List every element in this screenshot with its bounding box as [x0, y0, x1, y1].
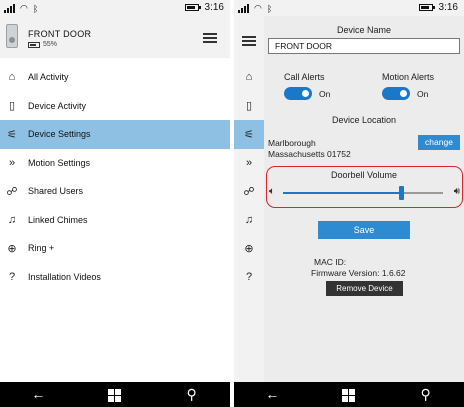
help-icon: ?: [8, 270, 16, 283]
motion-alerts-label: Motion Alerts: [382, 72, 435, 82]
bluetooth-icon: ᛒ: [32, 3, 39, 14]
back-arrow-icon[interactable]: ←: [18, 382, 58, 407]
motion-icon: »: [8, 156, 16, 169]
phone-left-screen: ◠ ᛒ 3:16 FRONT DOOR 55% ⌂ All Activity ▯ De…: [0, 0, 230, 407]
volume-slider-thumb[interactable]: [399, 186, 405, 200]
hamburger-menu-icon[interactable]: [242, 36, 256, 46]
call-alerts-toggle[interactable]: [284, 87, 312, 100]
volume-loud-icon: 🔊︎: [453, 186, 460, 197]
search-icon[interactable]: ⚲: [406, 382, 446, 407]
search-icon[interactable]: ⚲: [172, 382, 212, 407]
motion-alerts-group: Motion Alerts On: [382, 72, 434, 100]
windows-nav-bar: ← ⚲: [0, 382, 230, 407]
remove-device-button[interactable]: Remove Device: [326, 281, 403, 296]
menu-item-label: Installation Videos: [28, 271, 101, 282]
device-settings-panel: Device Name Call Alerts On Motion Alerts…: [264, 16, 464, 382]
location-city: Marlborough: [268, 138, 316, 148]
device-name-input[interactable]: [268, 38, 460, 54]
menu-item-label: Shared Users: [28, 186, 84, 197]
motion-alerts-state: On: [417, 88, 429, 99]
music-note-icon: ♫: [7, 213, 17, 226]
doorbell-volume-slider[interactable]: [283, 186, 443, 200]
call-alerts-state: On: [319, 88, 331, 99]
add-circle-icon[interactable]: ⊕: [234, 234, 264, 263]
sliders-icon[interactable]: ⚟: [234, 120, 264, 149]
windows-nav-bar: ← ⚲: [234, 382, 464, 407]
save-button[interactable]: Save: [318, 221, 410, 239]
collapsed-nav-rail: ⌂ ▯ ⚟» ☍ ♫ ⊕?: [234, 16, 264, 382]
doorbell-volume-label: Doorbell Volume: [330, 170, 398, 180]
menu-item-label: Linked Chimes: [28, 214, 88, 225]
phone-right-screen: ◠ ᛒ 3:16 ⌂▯⚟»☍♫⊕? Device Name Call Alert…: [234, 0, 464, 407]
menu-item-label: Motion Settings: [28, 157, 91, 168]
status-bar: ◠ ᛒ 3:16: [0, 0, 230, 16]
status-bar: ◠ ᛒ 3:16: [234, 0, 464, 16]
music-note-icon[interactable]: ♫: [234, 206, 264, 235]
battery-percent: 55%: [43, 41, 58, 48]
doorbell-device-icon: [6, 24, 18, 48]
sliders-icon: ⚟: [7, 128, 17, 141]
signal-icon: [238, 4, 249, 13]
users-icon[interactable]: ☍: [234, 177, 264, 206]
device-location-label: Device Location: [331, 115, 397, 125]
device-name-label: Device Name: [336, 25, 392, 35]
battery-level-icon: [28, 41, 40, 48]
volume-mute-icon: 🔈︎: [269, 186, 275, 197]
menu-item-device-activity[interactable]: ▯ Device Activity: [0, 92, 230, 121]
doorbell-icon[interactable]: ▯: [234, 92, 264, 121]
menu-item-label: Device Activity: [28, 100, 87, 111]
menu-item-installation-videos[interactable]: ? Installation Videos: [0, 263, 230, 292]
location-state-zip: Massachusetts 01752: [268, 149, 351, 159]
device-battery: 55%: [28, 41, 57, 48]
doorbell-volume-highlight: Doorbell Volume 🔈︎ 🔊︎: [266, 166, 463, 208]
doorbell-icon: ▯: [8, 100, 16, 113]
menu-item-linked-chimes[interactable]: ♫ Linked Chimes: [0, 206, 230, 235]
status-time: 3:16: [204, 2, 224, 13]
change-location-button[interactable]: change: [418, 135, 460, 150]
mac-id-text: MAC ID:: [314, 257, 347, 267]
signal-icon: [4, 4, 15, 13]
rail-icon-list: ⌂ ▯ ⚟» ☍ ♫ ⊕?: [234, 63, 264, 291]
bluetooth-icon: ᛒ: [266, 3, 273, 14]
windows-start-icon[interactable]: [95, 382, 135, 407]
call-alerts-group: Call Alerts On: [284, 72, 330, 100]
status-time: 3:16: [438, 2, 458, 13]
call-alerts-label: Call Alerts: [284, 72, 325, 82]
wifi-icon: ◠: [254, 3, 262, 13]
battery-icon: [418, 4, 435, 11]
device-header: FRONT DOOR 55%: [0, 16, 230, 58]
menu-item-all-activity[interactable]: ⌂ All Activity: [0, 63, 230, 92]
menu-item-motion-settings[interactable]: » Motion Settings: [0, 149, 230, 178]
motion-icon[interactable]: »: [234, 149, 264, 178]
back-arrow-icon[interactable]: ←: [252, 382, 292, 407]
menu-item-shared-users[interactable]: ☍ Shared Users: [0, 177, 230, 206]
firmware-version-text: Firmware Version: 1.6.62: [311, 268, 406, 278]
windows-start-icon[interactable]: [329, 382, 369, 407]
hamburger-menu-icon[interactable]: [203, 33, 217, 43]
add-circle-icon: ⊕: [7, 242, 17, 255]
home-icon[interactable]: ⌂: [234, 63, 264, 92]
menu-item-ring[interactable]: ⊕ Ring +: [0, 234, 230, 263]
users-icon: ☍: [6, 185, 18, 198]
menu-item-label: Ring +: [28, 243, 55, 254]
menu-item-label: Device Settings: [28, 129, 91, 140]
battery-icon: [184, 4, 201, 11]
volume-slider-fill: [283, 192, 402, 194]
help-icon[interactable]: ?: [234, 263, 264, 292]
motion-alerts-toggle[interactable]: [382, 87, 410, 100]
wifi-icon: ◠: [20, 3, 28, 13]
device-name-title: FRONT DOOR: [28, 29, 92, 39]
menu-item-device-settings[interactable]: ⚟ Device Settings: [0, 120, 230, 149]
menu-item-label: All Activity: [28, 72, 69, 83]
home-icon: ⌂: [8, 71, 16, 84]
navigation-menu: ⌂ All Activity ▯ Device Activity ⚟ Device Set…: [0, 63, 230, 291]
